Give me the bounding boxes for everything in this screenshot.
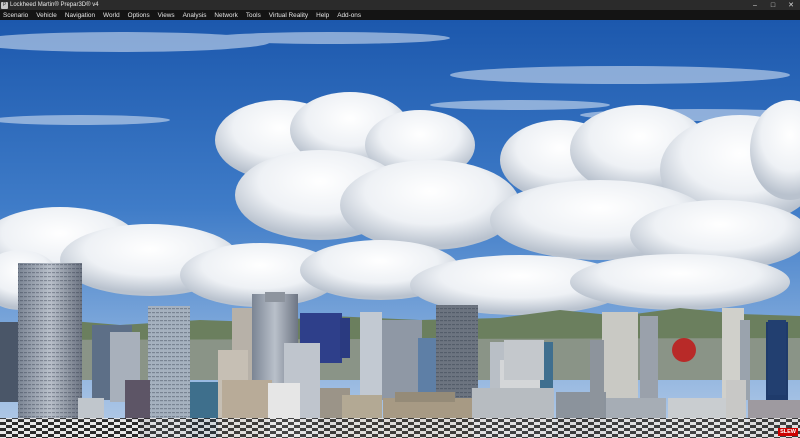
menu-bar: Scenario Vehicle Navigation World Option… (0, 10, 800, 20)
window-title: Lockheed Martin® Prepar3D® v4 (10, 2, 99, 8)
minimize-button[interactable]: – (746, 0, 764, 10)
menu-views[interactable]: Views (158, 12, 175, 19)
window-controls: – □ ✕ (746, 0, 800, 10)
menu-world[interactable]: World (103, 12, 120, 19)
menu-help[interactable]: Help (316, 12, 329, 19)
menu-tools[interactable]: Tools (246, 12, 261, 19)
menu-network[interactable]: Network (214, 12, 237, 19)
close-button[interactable]: ✕ (782, 0, 800, 10)
menu-options[interactable]: Options (128, 12, 150, 19)
menu-vehicle[interactable]: Vehicle (36, 12, 57, 19)
simulator-window: P Lockheed Martin® Prepar3D® v4 – □ ✕ Sc… (0, 0, 800, 438)
slew-mode-indicator: SLEW (778, 428, 798, 436)
menu-analysis[interactable]: Analysis (183, 12, 207, 19)
simulator-3d-view[interactable] (0, 20, 800, 438)
maximize-button[interactable]: □ (764, 0, 782, 10)
p3d-app-icon: P (1, 1, 8, 9)
menu-navigation[interactable]: Navigation (65, 12, 95, 19)
menu-add-ons[interactable]: Add-ons (337, 12, 361, 19)
menu-scenario[interactable]: Scenario (3, 12, 28, 19)
title-bar: P Lockheed Martin® Prepar3D® v4 – □ ✕ (0, 0, 800, 10)
menu-virtual-reality[interactable]: Virtual Reality (269, 12, 308, 19)
